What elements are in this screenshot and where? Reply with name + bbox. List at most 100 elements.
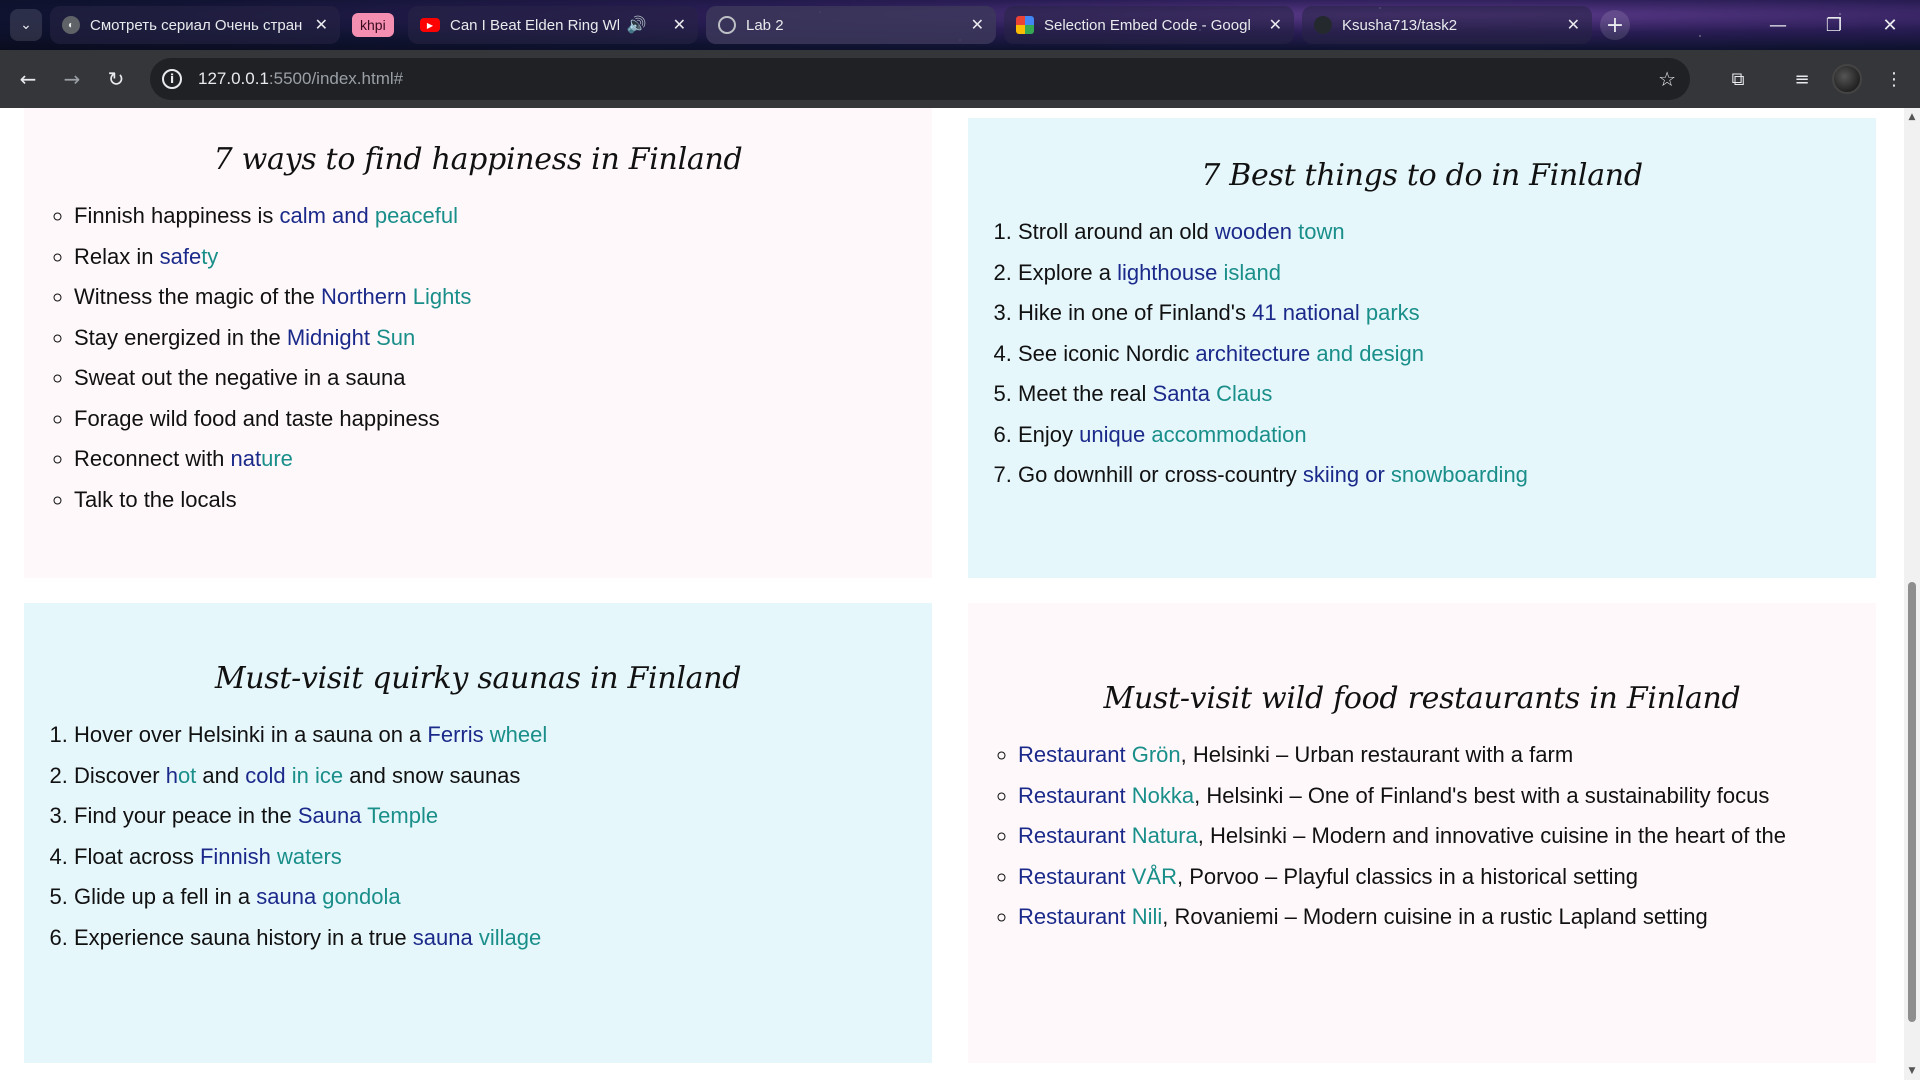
list-item: Restaurant Nili, Rovaniemi – Modern cuis… bbox=[1018, 897, 1876, 938]
youtube-icon: ▶ bbox=[420, 18, 440, 32]
link[interactable]: architecture bbox=[1195, 341, 1310, 366]
link[interactable]: Restaurant bbox=[1018, 864, 1126, 889]
link[interactable]: Sun bbox=[370, 325, 415, 350]
back-button[interactable]: ← bbox=[12, 63, 44, 95]
page-scrollbar[interactable]: ▲ ▼ bbox=[1904, 108, 1920, 1080]
link[interactable]: gondola bbox=[316, 884, 400, 909]
tab-github[interactable]: Ksusha713/task2 ✕ bbox=[1302, 6, 1592, 44]
new-tab-button[interactable]: + bbox=[1600, 10, 1630, 40]
link[interactable]: town bbox=[1292, 219, 1344, 244]
close-icon[interactable]: ✕ bbox=[673, 15, 686, 35]
profile-avatar[interactable] bbox=[1832, 64, 1862, 94]
scroll-up-icon[interactable]: ▲ bbox=[1907, 112, 1917, 122]
address-bar[interactable]: i 127.0.0.1:5500/index.html# ☆ bbox=[150, 58, 1690, 100]
link[interactable]: 41 national bbox=[1252, 300, 1360, 325]
list-item: Find your peace in the Sauna Temple bbox=[74, 796, 932, 837]
link[interactable]: VÅR bbox=[1126, 864, 1177, 889]
link[interactable]: Santa bbox=[1153, 381, 1211, 406]
link[interactable]: unique bbox=[1079, 422, 1145, 447]
link[interactable]: island bbox=[1217, 260, 1280, 285]
bookmark-star-icon[interactable]: ☆ bbox=[1658, 67, 1676, 91]
link[interactable]: wheel bbox=[484, 722, 547, 747]
link[interactable]: and design bbox=[1310, 341, 1424, 366]
link[interactable]: Restaurant bbox=[1018, 904, 1126, 929]
tab-youtube[interactable]: ▶ Can I Beat Elden Ring While 🔊 ✕ bbox=[408, 6, 698, 44]
link[interactable]: lighthouse bbox=[1117, 260, 1217, 285]
playlist-icon: ≡ bbox=[1794, 68, 1810, 90]
link[interactable]: Restaurant bbox=[1018, 823, 1126, 848]
link[interactable]: Natura bbox=[1126, 823, 1198, 848]
link[interactable]: accommodation bbox=[1145, 422, 1306, 447]
list-item: Witness the magic of the Northern Lights bbox=[74, 277, 932, 318]
card-happiness: 7 ways to find happiness in Finland Finn… bbox=[24, 108, 932, 578]
item-text: Float across bbox=[74, 843, 200, 869]
list-item: Restaurant Grön, Helsinki – Urban restau… bbox=[1018, 735, 1876, 776]
extensions-button[interactable]: ⧉ bbox=[1722, 63, 1754, 95]
tab-group-chip[interactable]: khpi bbox=[352, 13, 394, 37]
close-icon[interactable]: ✕ bbox=[315, 15, 328, 35]
link[interactable]: calm and bbox=[279, 203, 368, 228]
scroll-down-icon[interactable]: ▼ bbox=[1907, 1066, 1917, 1076]
card-title: 7 ways to find happiness in Finland bbox=[213, 142, 743, 177]
link[interactable]: Midnight bbox=[287, 325, 370, 350]
link[interactable]: skiing or bbox=[1303, 462, 1385, 487]
tab-title: Lab 2 bbox=[746, 16, 784, 34]
menu-button[interactable]: ⋮ bbox=[1878, 63, 1910, 95]
github-icon bbox=[1314, 16, 1332, 34]
url-text[interactable]: 127.0.0.1:5500/index.html# bbox=[198, 69, 403, 89]
close-icon[interactable]: ✕ bbox=[1567, 15, 1580, 35]
link[interactable]: parks bbox=[1360, 300, 1420, 325]
page-viewport: 7 ways to find happiness in Finland Finn… bbox=[0, 108, 1904, 1080]
link[interactable]: h bbox=[166, 763, 178, 788]
tab-search-button[interactable]: ⌄ bbox=[10, 9, 42, 41]
list-item: Forage wild food and taste happiness bbox=[74, 399, 932, 440]
close-window-button[interactable]: ✕ bbox=[1862, 0, 1918, 50]
link[interactable]: waters bbox=[271, 844, 342, 869]
link[interactable]: ty bbox=[201, 244, 218, 269]
link[interactable]: Lights bbox=[407, 284, 472, 309]
link[interactable]: sauna bbox=[256, 884, 316, 909]
link[interactable]: Finnish bbox=[200, 844, 271, 869]
link[interactable]: village bbox=[473, 925, 541, 950]
link[interactable]: Temple bbox=[361, 803, 438, 828]
link[interactable]: Northern bbox=[321, 284, 407, 309]
link[interactable]: Nili bbox=[1126, 904, 1163, 929]
minimize-button[interactable]: — bbox=[1750, 0, 1806, 50]
close-icon[interactable]: ✕ bbox=[1269, 15, 1282, 35]
item-text: See iconic Nordic bbox=[1018, 340, 1196, 366]
reload-button[interactable]: ↻ bbox=[100, 63, 132, 95]
item-text: , Porvoo – Playful classics in a histori… bbox=[1176, 863, 1638, 889]
tab-google-embed[interactable]: Selection Embed Code - Googl ✕ bbox=[1004, 6, 1294, 44]
forward-button[interactable]: → bbox=[56, 63, 88, 95]
link[interactable]: Sauna bbox=[298, 803, 362, 828]
link[interactable]: sauna bbox=[413, 925, 473, 950]
link[interactable]: ure bbox=[261, 446, 293, 471]
restore-button[interactable]: ❐ bbox=[1806, 0, 1862, 50]
link[interactable]: wooden bbox=[1215, 219, 1292, 244]
info-icon[interactable]: i bbox=[162, 69, 182, 89]
speaker-icon[interactable]: 🔊 bbox=[627, 15, 647, 35]
list-item: Restaurant VÅR, Porvoo – Playful classic… bbox=[1018, 857, 1876, 898]
link[interactable]: nat bbox=[231, 446, 262, 471]
link[interactable]: Nokka bbox=[1126, 783, 1194, 808]
link[interactable]: cold bbox=[245, 763, 285, 788]
url-host: 127.0.0.1 bbox=[198, 69, 269, 88]
link[interactable]: Restaurant bbox=[1018, 783, 1126, 808]
link[interactable]: ot bbox=[178, 763, 196, 788]
item-text: , Helsinki – One of Finland's best with … bbox=[1194, 782, 1770, 808]
link[interactable]: Ferris bbox=[427, 722, 483, 747]
link[interactable]: safe bbox=[160, 244, 202, 269]
item-text: Sweat out the negative in a sauna bbox=[74, 365, 406, 390]
link[interactable]: Restaurant bbox=[1018, 742, 1126, 767]
link[interactable]: Grön bbox=[1126, 742, 1181, 767]
link[interactable]: Claus bbox=[1210, 381, 1272, 406]
tab-show[interactable]: ◐ Смотреть сериал Очень стран ✕ bbox=[50, 6, 340, 44]
scrollbar-thumb[interactable] bbox=[1908, 582, 1916, 1022]
link[interactable]: in ice bbox=[286, 763, 343, 788]
list-item: Discover hot and cold in ice and snow sa… bbox=[74, 756, 932, 797]
tab-lab2[interactable]: Lab 2 ✕ bbox=[706, 6, 996, 44]
media-control-button[interactable]: ≡ bbox=[1786, 63, 1818, 95]
link[interactable]: peaceful bbox=[369, 203, 458, 228]
close-icon[interactable]: ✕ bbox=[971, 15, 984, 35]
link[interactable]: snowboarding bbox=[1385, 462, 1528, 487]
